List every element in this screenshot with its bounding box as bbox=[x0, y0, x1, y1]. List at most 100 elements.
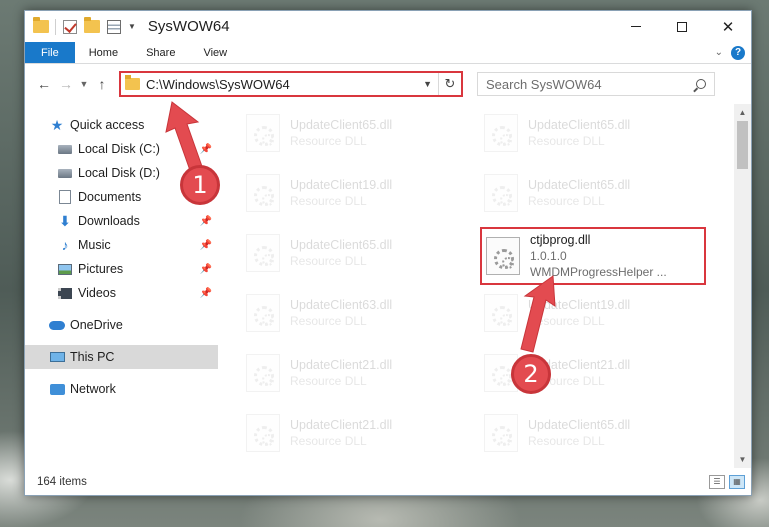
list-item[interactable]: UpdateClient65.dll Resource DLL bbox=[242, 104, 468, 162]
forward-button[interactable]: → bbox=[55, 73, 77, 95]
list-item[interactable]: UpdateClient65.dll Resource DLL bbox=[242, 224, 468, 282]
help-icon[interactable]: ? bbox=[731, 45, 745, 60]
tab-share[interactable]: Share bbox=[132, 42, 189, 63]
sidebar-item-onedrive[interactable]: OneDrive bbox=[25, 313, 218, 337]
list-item[interactable]: UpdateClient19.dll Resource DLL bbox=[480, 284, 706, 342]
large-icons-view-icon[interactable]: ▦ bbox=[729, 474, 745, 489]
sidebar-item-music[interactable]: ♪ Music 📌 bbox=[25, 233, 218, 257]
file-type: Resource DLL bbox=[290, 134, 367, 148]
file-type: Resource DLL bbox=[290, 254, 367, 268]
dll-file-icon bbox=[484, 294, 518, 332]
dll-file-icon bbox=[246, 294, 280, 332]
dll-file-icon bbox=[246, 114, 280, 152]
file-name: UpdateClient63.dll bbox=[290, 298, 393, 312]
list-item[interactable]: UpdateClient19.dll Resource DLL bbox=[242, 164, 468, 222]
item-count: 164 items bbox=[37, 475, 87, 488]
expand-ribbon-chevron-icon[interactable]: ⌄ bbox=[715, 47, 723, 58]
quick-access-dropdown-icon[interactable]: ▼ bbox=[128, 22, 136, 31]
up-button[interactable]: ↑ bbox=[91, 73, 113, 95]
pin-icon[interactable]: 📌 bbox=[200, 144, 212, 155]
properties-icon[interactable] bbox=[106, 19, 122, 35]
pin-icon[interactable]: 📌 bbox=[200, 216, 212, 227]
dll-file-icon bbox=[246, 174, 280, 212]
pin-icon[interactable]: 📌 bbox=[200, 240, 212, 251]
file-name: UpdateClient19.dll bbox=[528, 298, 631, 312]
list-item[interactable]: UpdateClient65.dll Resource DLL bbox=[480, 404, 706, 462]
search-placeholder: Search SysWOW64 bbox=[486, 76, 602, 92]
sidebar-item-label: This PC bbox=[70, 350, 115, 364]
close-button[interactable]: ✕ bbox=[705, 11, 751, 42]
maximize-button[interactable] bbox=[659, 11, 705, 42]
list-item[interactable]: UpdateClient65.dll Resource DLL bbox=[480, 164, 706, 222]
sidebar-item-label: Quick access bbox=[70, 118, 145, 132]
dll-file-icon bbox=[246, 234, 280, 272]
download-arrow-icon: ⬇ bbox=[59, 212, 71, 229]
status-bar: 164 items ☰ ▦ bbox=[25, 468, 751, 495]
dll-file-icon bbox=[246, 414, 280, 452]
scroll-down-icon[interactable]: ▼ bbox=[734, 451, 751, 468]
back-button[interactable]: ← bbox=[33, 73, 55, 95]
ribbon-right: ⌄ ? bbox=[715, 42, 751, 63]
network-icon bbox=[49, 381, 65, 397]
sidebar-item-this-pc[interactable]: This PC bbox=[25, 345, 218, 369]
sidebar-item-downloads[interactable]: ⬇ Downloads 📌 bbox=[25, 209, 218, 233]
search-input[interactable]: Search SysWOW64 bbox=[477, 72, 715, 96]
pin-icon[interactable]: 📌 bbox=[200, 288, 212, 299]
refresh-icon[interactable]: ↻ bbox=[439, 76, 461, 92]
scroll-thumb[interactable] bbox=[737, 121, 748, 169]
minimize-icon bbox=[631, 26, 641, 27]
tab-view[interactable]: View bbox=[189, 42, 241, 63]
window-title: SysWOW64 bbox=[147, 18, 230, 35]
highlighted-file-ctjbprog[interactable]: ctjbprog.dll 1.0.1.0 WMDMProgressHelper … bbox=[480, 227, 706, 285]
tab-file[interactable]: File bbox=[25, 42, 75, 63]
maximize-icon bbox=[677, 21, 687, 32]
computer-icon bbox=[49, 349, 65, 365]
film-icon bbox=[57, 285, 73, 301]
list-item[interactable]: UpdateClient21.dll Resource DLL bbox=[242, 344, 468, 402]
dll-file-icon bbox=[486, 237, 520, 275]
file-type: Resource DLL bbox=[528, 314, 605, 328]
sidebar-item-pictures[interactable]: Pictures 📌 bbox=[25, 257, 218, 281]
file-name: UpdateClient65.dll bbox=[290, 118, 393, 132]
search-icon bbox=[696, 79, 706, 89]
folder-icon bbox=[33, 17, 49, 35]
list-item[interactable]: UpdateClient21.dll Resource DLL bbox=[242, 404, 468, 462]
minimize-button[interactable] bbox=[613, 11, 659, 42]
star-icon: ★ bbox=[50, 116, 64, 133]
step-2-badge: 2 bbox=[511, 354, 551, 394]
sidebar-item-label: Documents bbox=[78, 190, 142, 204]
address-path[interactable]: C:\Windows\SysWOW64 bbox=[146, 77, 290, 92]
address-dropdown-icon[interactable]: ▼ bbox=[417, 79, 438, 89]
back-arrow-icon: ← bbox=[37, 76, 51, 92]
sidebar-item-label: Downloads bbox=[78, 214, 140, 228]
step-1-badge: 1 bbox=[180, 165, 220, 205]
address-row: ← → ▼ ↑ C:\Windows\SysWOW64 ▼ ↻ Search S… bbox=[25, 64, 751, 104]
tab-home[interactable]: Home bbox=[75, 42, 132, 63]
sidebar-item-local-disk-c[interactable]: Local Disk (C:) 📌 bbox=[25, 137, 218, 161]
address-bar[interactable]: C:\Windows\SysWOW64 ▼ ↻ bbox=[119, 71, 463, 97]
recent-locations-button[interactable]: ▼ bbox=[77, 73, 91, 95]
dll-file-icon bbox=[246, 354, 280, 392]
ribbon-tabs: File Home Share View ⌄ ? bbox=[25, 42, 751, 64]
list-item[interactable]: UpdateClient65.dll Resource DLL bbox=[480, 104, 706, 162]
sidebar-item-quick-access[interactable]: ★ Quick access bbox=[25, 113, 218, 137]
list-item[interactable]: UpdateClient63.dll Resource DLL bbox=[242, 284, 468, 342]
sidebar-item-label: Local Disk (C:) bbox=[78, 142, 160, 156]
pin-icon[interactable]: 📌 bbox=[200, 264, 212, 275]
sidebar-item-videos[interactable]: Videos 📌 bbox=[25, 281, 218, 305]
vertical-scrollbar[interactable]: ▲ ▼ bbox=[734, 104, 751, 468]
drive-icon bbox=[57, 165, 73, 181]
cloud-icon bbox=[49, 317, 65, 333]
scroll-up-icon[interactable]: ▲ bbox=[734, 104, 751, 121]
dll-file-icon bbox=[484, 414, 518, 452]
file-type: Resource DLL bbox=[528, 434, 605, 448]
close-icon: ✕ bbox=[721, 18, 735, 36]
sidebar-item-network[interactable]: Network bbox=[25, 377, 218, 401]
documents-icon bbox=[57, 189, 73, 205]
address-path-container: C:\Windows\SysWOW64 ▼ bbox=[125, 73, 439, 95]
details-view-icon[interactable]: ☰ bbox=[709, 474, 725, 489]
new-folder-icon[interactable] bbox=[84, 17, 100, 35]
properties-check-icon[interactable] bbox=[62, 19, 78, 35]
